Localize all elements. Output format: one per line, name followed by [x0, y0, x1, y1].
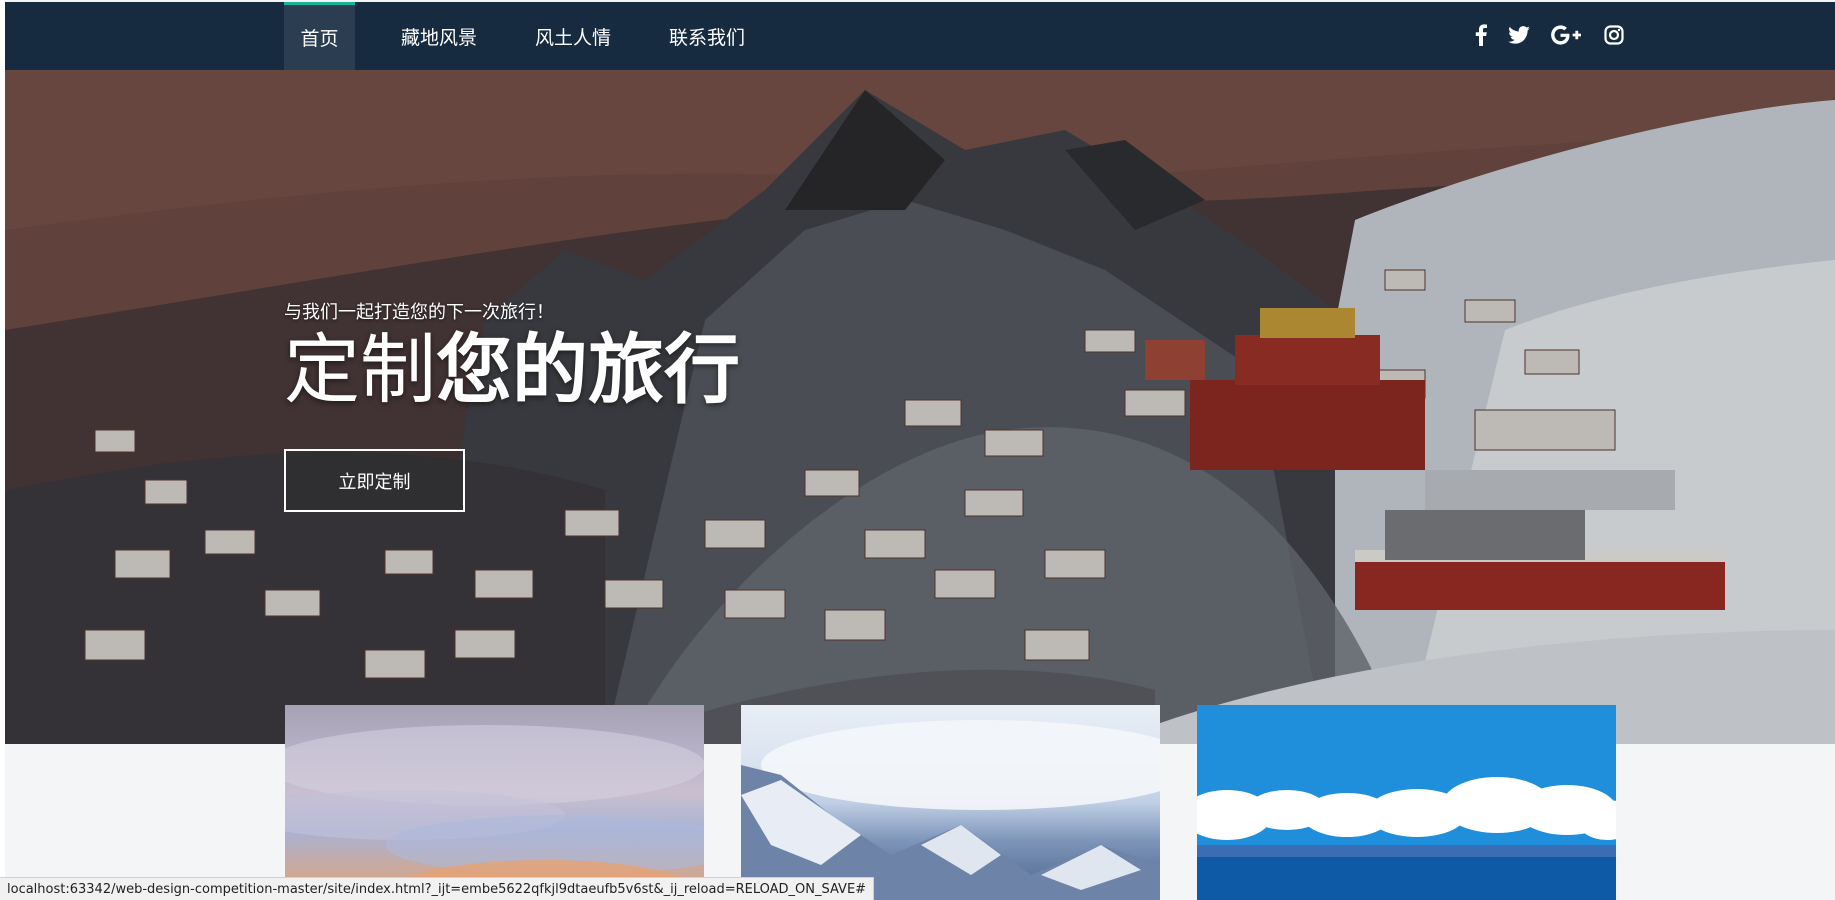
snow-mountain-photo: [741, 720, 1160, 900]
nav-item-scenery[interactable]: 藏地风景: [385, 2, 493, 70]
lake-photo-card[interactable]: [1197, 705, 1616, 900]
status-url: localhost:63342/web-design-competition-m…: [7, 881, 867, 897]
top-navbar: 首页 藏地风景 风土人情 联系我们: [5, 2, 1835, 70]
nav-item-label: 藏地风景: [400, 26, 477, 49]
hero-title: 定制您的旅行: [284, 332, 740, 408]
lake-photo: [1197, 705, 1616, 900]
sky-photo-card[interactable]: [285, 705, 704, 900]
sky-photo: [285, 725, 704, 900]
facebook-icon[interactable]: [1466, 20, 1496, 50]
nav-item-label: 风土人情: [534, 26, 611, 49]
hero-banner: 与我们一起打造您的下一次旅行！ 定制您的旅行 立即定制: [5, 70, 1835, 744]
customize-now-label: 立即定制: [338, 471, 411, 493]
hero-title-bold: 您的旅行: [436, 325, 740, 414]
google-plus-icon[interactable]: [1548, 20, 1584, 50]
nav-item-label: 联系我们: [668, 26, 745, 49]
nav-item-customs[interactable]: 风土人情: [519, 2, 627, 70]
twitter-icon[interactable]: [1504, 20, 1534, 50]
hero-title-light: 定制: [284, 325, 436, 414]
window-edge: [0, 0, 5, 900]
customize-now-button[interactable]: 立即定制: [284, 449, 465, 512]
hero-tagline: 与我们一起打造您的下一次旅行！: [284, 302, 554, 323]
snow-mountain-photo-card[interactable]: [741, 705, 1160, 900]
nav-item-contact[interactable]: 联系我们: [653, 2, 761, 70]
monastery-landscape-image: [5, 70, 1835, 744]
nav-item-label: 首页: [300, 28, 339, 50]
nav-item-home[interactable]: 首页: [284, 2, 355, 70]
browser-status-bar: localhost:63342/web-design-competition-m…: [0, 877, 875, 900]
instagram-icon[interactable]: [1599, 20, 1629, 50]
